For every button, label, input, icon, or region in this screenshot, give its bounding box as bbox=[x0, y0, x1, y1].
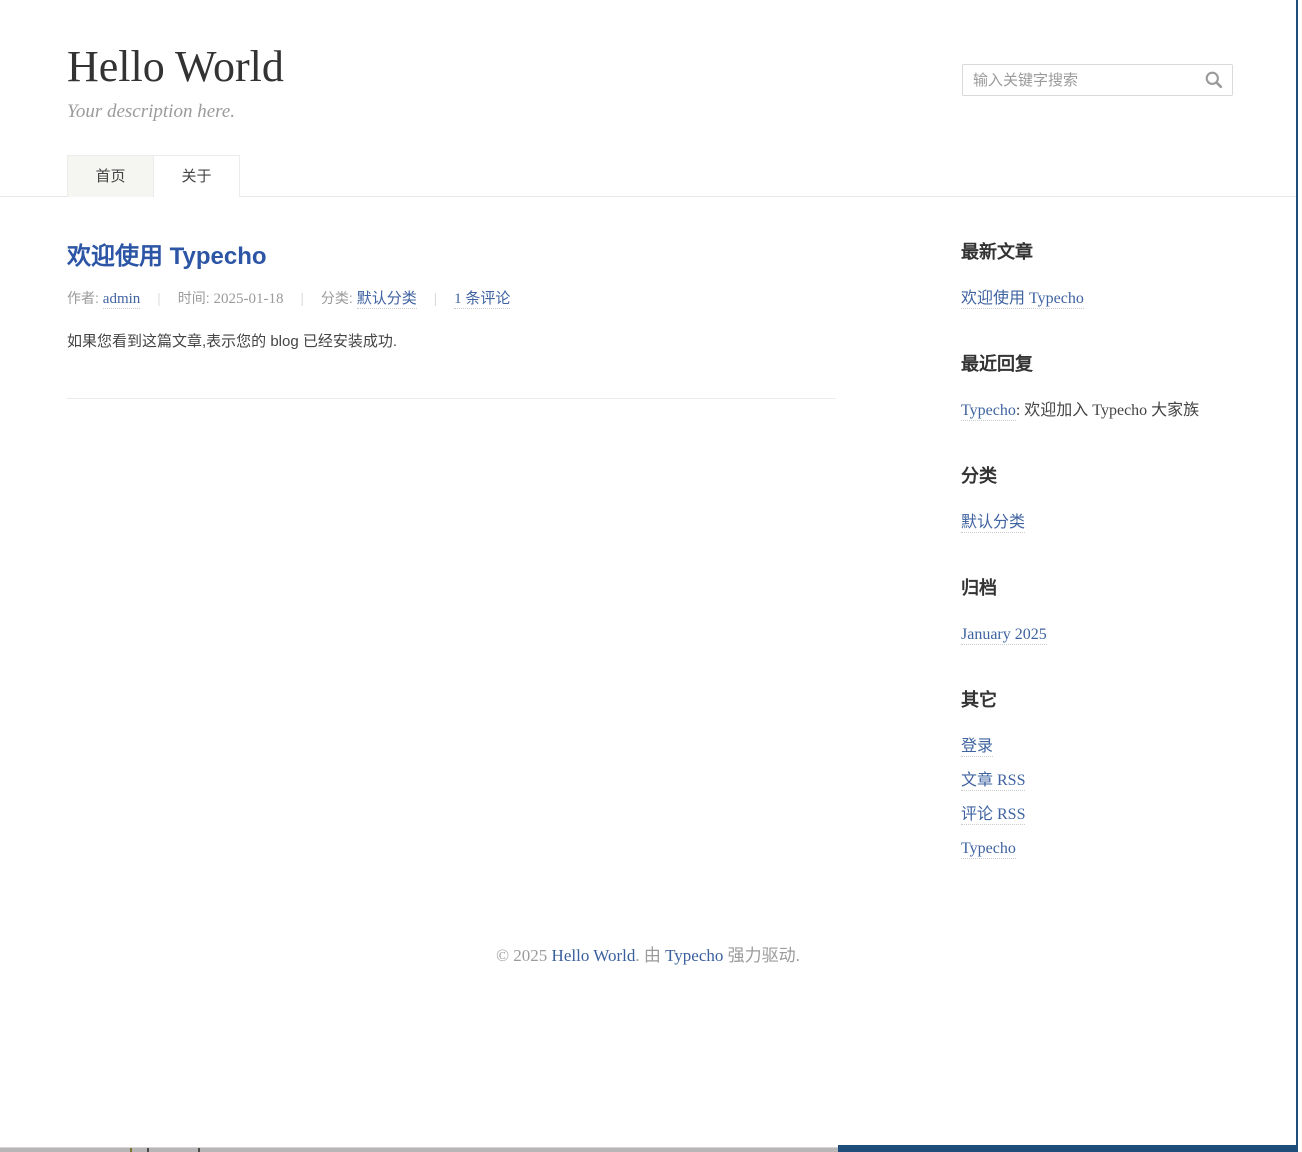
footer-engine-link[interactable]: Typecho bbox=[665, 946, 723, 965]
copyright-text: © 2025 bbox=[496, 946, 551, 965]
background-window-strip-blue bbox=[838, 1145, 1298, 1152]
time-label: 时间: bbox=[178, 290, 210, 306]
posts-rss-link[interactable]: 文章 RSS bbox=[961, 772, 1025, 791]
widget-title-recent-posts: 最新文章 bbox=[961, 238, 1251, 264]
search-icon[interactable] bbox=[1204, 70, 1224, 90]
background-speck bbox=[130, 1148, 132, 1152]
recent-post-link[interactable]: 欢迎使用 Typecho bbox=[961, 290, 1084, 309]
widget-recent-posts: 最新文章 欢迎使用 Typecho bbox=[961, 238, 1251, 309]
site-title[interactable]: Hello World bbox=[67, 42, 284, 92]
search-input[interactable] bbox=[962, 64, 1233, 96]
meta-separator: | bbox=[434, 290, 438, 306]
typecho-link[interactable]: Typecho bbox=[961, 840, 1016, 859]
list-item: 登录 bbox=[961, 737, 1251, 757]
comment-author-link[interactable]: Typecho bbox=[961, 402, 1016, 421]
main-nav: 首页 关于 bbox=[0, 155, 1296, 197]
site-description: Your description here. bbox=[67, 101, 235, 123]
main-content: 欢迎使用 Typecho 作者: admin | 时间: 2025-01-18 … bbox=[67, 197, 836, 399]
comments-link[interactable]: 1 条评论 bbox=[454, 291, 510, 309]
nav-tab-about[interactable]: 关于 bbox=[153, 155, 240, 197]
widget-title-misc: 其它 bbox=[961, 686, 1251, 712]
login-link[interactable]: 登录 bbox=[961, 738, 993, 757]
window-right-edge bbox=[1296, 0, 1298, 1152]
widget-title-categories: 分类 bbox=[961, 462, 1251, 488]
sidebar: 最新文章 欢迎使用 Typecho 最近回复 Typecho: 欢迎加入 Typ… bbox=[961, 197, 1251, 859]
footer-middle-text: . 由 bbox=[635, 946, 665, 965]
list-item: 评论 RSS bbox=[961, 805, 1251, 825]
post-divider bbox=[67, 398, 836, 399]
post-body: 如果您看到这篇文章,表示您的 blog 已经安装成功. bbox=[67, 331, 836, 354]
background-window-strip bbox=[0, 1147, 838, 1152]
background-speck bbox=[147, 1148, 149, 1152]
background-speck bbox=[198, 1148, 200, 1152]
footer-site-link[interactable]: Hello World bbox=[552, 946, 636, 965]
search-box bbox=[962, 64, 1233, 96]
post-date: 2025-01-18 bbox=[213, 291, 283, 307]
list-item: January 2025 bbox=[961, 625, 1251, 645]
widget-archives: 归档 January 2025 bbox=[961, 574, 1251, 645]
author-label: 作者: bbox=[67, 290, 99, 306]
list-item: 欢迎使用 Typecho bbox=[961, 289, 1251, 309]
widget-title-archives: 归档 bbox=[961, 574, 1251, 600]
meta-separator: | bbox=[300, 290, 304, 306]
nav-tab-home[interactable]: 首页 bbox=[67, 155, 154, 197]
widget-title-recent-comments: 最近回复 bbox=[961, 350, 1251, 376]
list-item: Typecho: 欢迎加入 Typecho 大家族 bbox=[961, 401, 1251, 421]
comments-rss-link[interactable]: 评论 RSS bbox=[961, 806, 1025, 825]
meta-separator: | bbox=[157, 290, 161, 306]
footer-suffix-text: 强力驱动. bbox=[723, 946, 800, 965]
list-item: Typecho bbox=[961, 839, 1251, 859]
post-meta: 作者: admin | 时间: 2025-01-18 | 分类: 默认分类 | … bbox=[67, 287, 836, 308]
widget-categories: 分类 默认分类 bbox=[961, 462, 1251, 533]
category-link[interactable]: 默认分类 bbox=[357, 291, 417, 309]
widget-recent-comments: 最近回复 Typecho: 欢迎加入 Typecho 大家族 bbox=[961, 350, 1251, 421]
author-link[interactable]: admin bbox=[103, 291, 141, 309]
category-label: 分类: bbox=[321, 290, 353, 306]
post-title[interactable]: 欢迎使用 Typecho bbox=[67, 236, 836, 271]
list-item: 默认分类 bbox=[961, 513, 1251, 533]
archive-link[interactable]: January 2025 bbox=[961, 626, 1047, 645]
category-sidebar-link[interactable]: 默认分类 bbox=[961, 514, 1025, 533]
footer: © 2025 Hello World. 由 Typecho 强力驱动. bbox=[0, 941, 1296, 966]
comment-excerpt: : 欢迎加入 Typecho 大家族 bbox=[1016, 402, 1199, 419]
widget-misc: 其它 登录 文章 RSS 评论 RSS Typecho bbox=[961, 686, 1251, 859]
list-item: 文章 RSS bbox=[961, 771, 1251, 791]
